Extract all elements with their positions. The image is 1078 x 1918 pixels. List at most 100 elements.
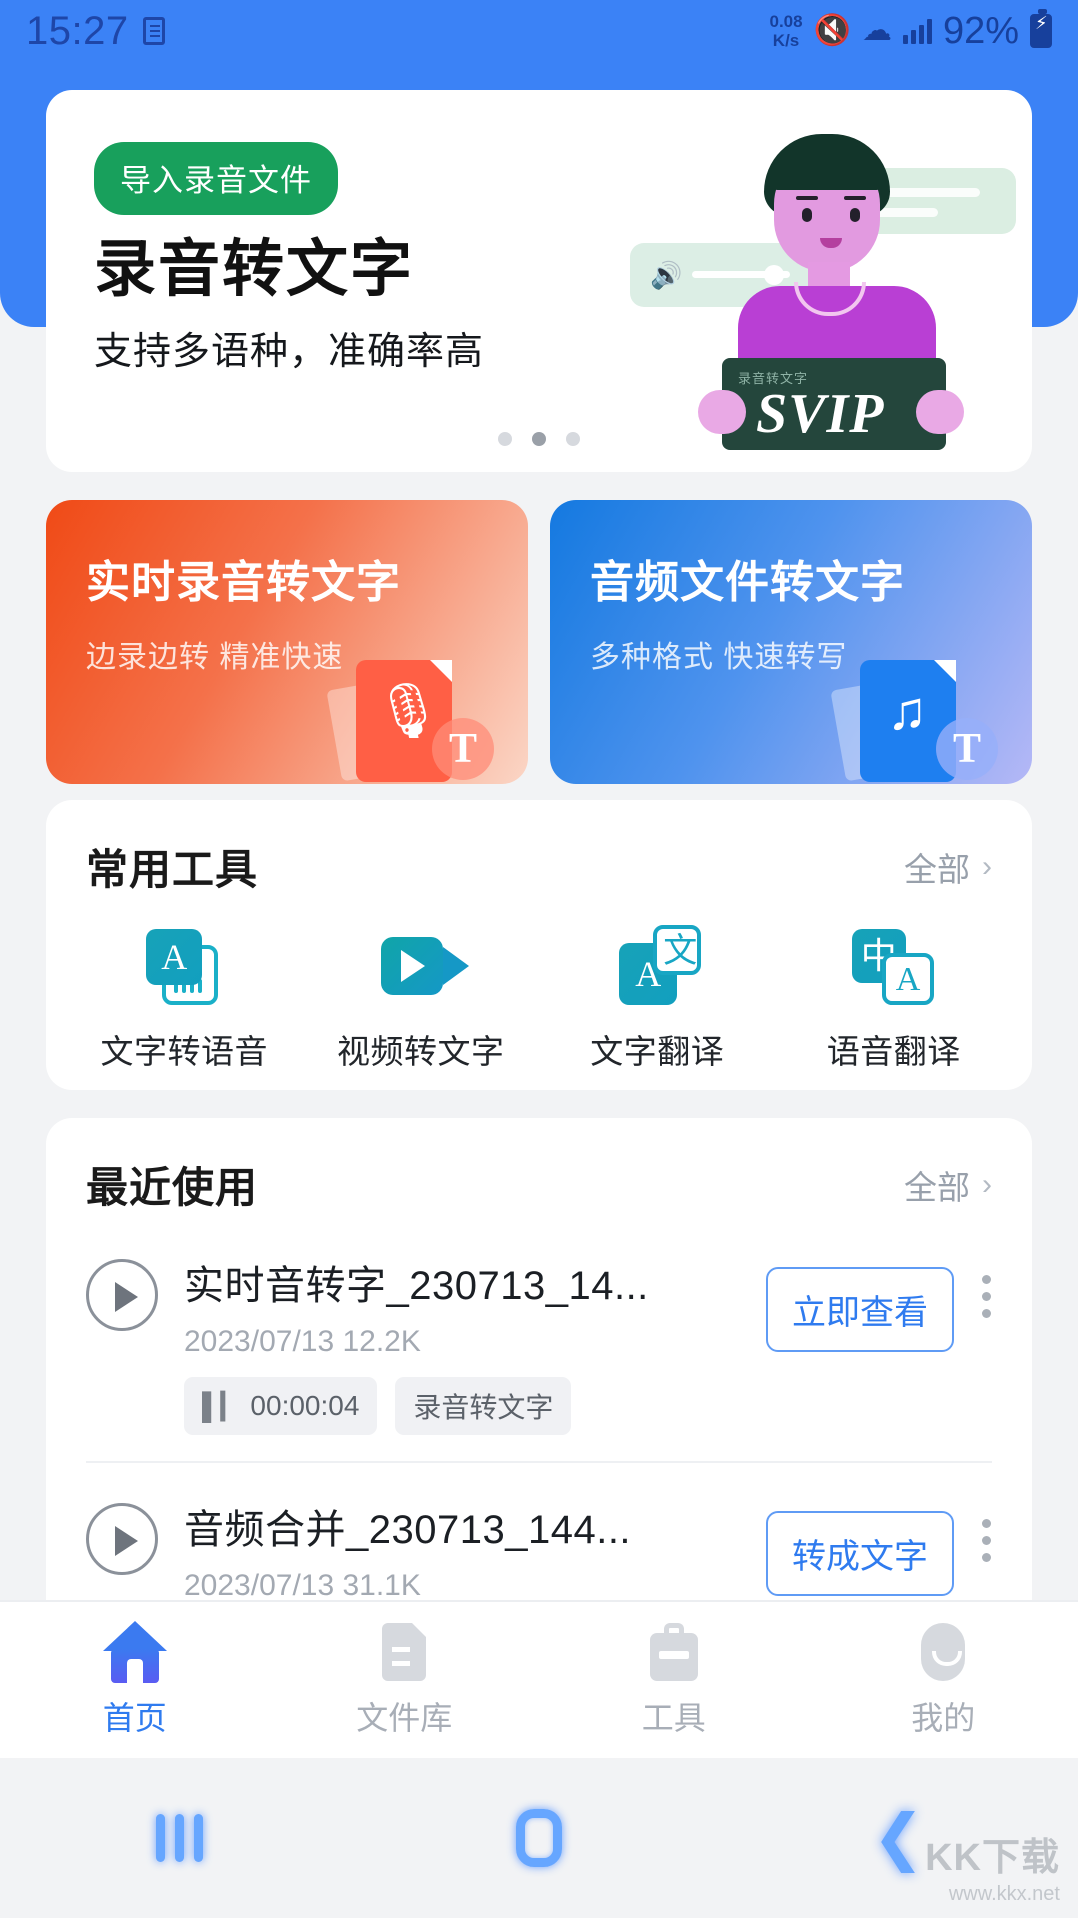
carousel-dots[interactable] bbox=[46, 432, 1032, 446]
tab-home[interactable]: 首页 bbox=[0, 1621, 270, 1739]
tool-item-text-to-speech[interactable]: A 文字转语音 bbox=[66, 923, 303, 1073]
battery-charging-icon bbox=[1030, 14, 1052, 48]
duration-value: 00:00:04 bbox=[250, 1390, 359, 1422]
tool-item-video-to-text[interactable]: 视频转文字 bbox=[303, 923, 540, 1073]
network-speed-indicator: 0.08 K/s bbox=[769, 12, 802, 50]
microphone-glyph: 🎙 bbox=[374, 676, 432, 746]
tool-label: 语音翻译 bbox=[827, 1025, 961, 1073]
tab-profile[interactable]: 我的 bbox=[809, 1621, 1078, 1739]
tool-item-text-translate[interactable]: A 文 文字翻译 bbox=[539, 923, 776, 1073]
microphone-to-text-icon: 🎙 T bbox=[328, 654, 498, 784]
duration-tag: ▌▎ 00:00:04 bbox=[184, 1377, 377, 1435]
play-icon[interactable] bbox=[86, 1259, 158, 1331]
tab-label: 文件库 bbox=[356, 1693, 452, 1739]
banner-subtitle: 支持多语种，准确率高 bbox=[94, 320, 484, 375]
document-icon bbox=[143, 17, 165, 45]
banner-title: 录音转文字 bbox=[94, 218, 414, 308]
watermark-sub: www.kkx.net bbox=[925, 1882, 1060, 1906]
tool-item-voice-translate[interactable]: 中 A 语音翻译 bbox=[776, 923, 1013, 1073]
person-brow-left bbox=[796, 196, 818, 200]
carousel-dot-2[interactable] bbox=[532, 432, 546, 446]
common-tools-panel: 常用工具 全部 › A 文字转语音 视频转文字 bbox=[46, 800, 1032, 1090]
app-screen: 15:27 0.08 K/s 🔇 ☁ 92% 导入录音文件 录音转文字 支持多语… bbox=[0, 0, 1078, 1918]
recent-item-info: 实时音转字_230713_14... 2023/07/13 12.2K ▌▎ 0… bbox=[158, 1253, 766, 1435]
text-to-speech-icon: A bbox=[136, 923, 232, 1009]
bottom-tab-bar: 首页 文件库 工具 我的 bbox=[0, 1600, 1078, 1758]
wifi-icon: ☁ bbox=[862, 16, 892, 46]
tab-tools[interactable]: 工具 bbox=[539, 1621, 809, 1739]
letter-a-tile: A bbox=[146, 929, 202, 985]
watermark: KK下载 www.kkx.net bbox=[925, 1836, 1060, 1906]
recent-view-all-label: 全部 bbox=[904, 1161, 970, 1209]
chevron-right-icon: › bbox=[982, 1168, 992, 1202]
list-item[interactable]: 实时音转字_230713_14... 2023/07/13 12.2K ▌▎ 0… bbox=[86, 1219, 992, 1461]
battery-percent: 92% bbox=[943, 10, 1019, 53]
feature-card-realtime-transcribe[interactable]: 实时录音转文字 边录边转 精准快速 🎙 T bbox=[46, 500, 528, 784]
play-icon[interactable] bbox=[86, 1503, 158, 1575]
feature-card-title: 实时录音转文字 bbox=[86, 546, 528, 610]
recent-item-name: 实时音转字_230713_14... bbox=[184, 1264, 649, 1308]
tools-view-all-link[interactable]: 全部 › bbox=[904, 843, 992, 891]
promo-banner[interactable]: 导入录音文件 录音转文字 支持多语种，准确率高 🔊 录音转文字 SVIP bbox=[46, 90, 1032, 472]
chinese-char-tile: 文 bbox=[663, 931, 697, 971]
tab-label: 工具 bbox=[642, 1693, 706, 1739]
profile-face-shape bbox=[921, 1623, 965, 1681]
carousel-dot-1[interactable] bbox=[498, 432, 512, 446]
text-badge: T bbox=[936, 718, 998, 780]
feature-card-title: 音频文件转文字 bbox=[590, 546, 1032, 610]
mute-icon: 🔇 bbox=[814, 16, 851, 46]
recent-panel-header: 最近使用 全部 › bbox=[46, 1118, 1032, 1215]
more-vertical-icon[interactable] bbox=[980, 1519, 992, 1562]
import-audio-badge[interactable]: 导入录音文件 bbox=[94, 142, 338, 215]
tools-panel-header: 常用工具 全部 › bbox=[46, 800, 1032, 897]
recent-list: 实时音转字_230713_14... 2023/07/13 12.2K ▌▎ 0… bbox=[46, 1215, 1032, 1628]
text-badge: T bbox=[432, 718, 494, 780]
voice-translate-icon: 中 A bbox=[846, 923, 942, 1009]
person-eye-left bbox=[802, 208, 812, 222]
text-translate-icon: A 文 bbox=[609, 923, 705, 1009]
more-vertical-icon[interactable] bbox=[980, 1275, 992, 1318]
recent-item-tags: ▌▎ 00:00:04 录音转文字 bbox=[184, 1377, 766, 1435]
tools-title: 常用工具 bbox=[86, 836, 258, 897]
carousel-dot-3[interactable] bbox=[566, 432, 580, 446]
system-nav-bar: ❮ KK下载 www.kkx.net bbox=[0, 1758, 1078, 1918]
recents-button[interactable] bbox=[0, 1758, 359, 1918]
audio-file-to-text-icon: ♫ T bbox=[832, 654, 1002, 784]
person-eye-right bbox=[850, 208, 860, 222]
video-camera-shape bbox=[381, 937, 443, 995]
video-to-text-icon bbox=[373, 923, 469, 1009]
home-icon bbox=[103, 1621, 167, 1683]
back-chevron-icon: ❮ bbox=[872, 1809, 924, 1867]
slider-knob bbox=[764, 265, 784, 285]
network-speed-value: 0.08 bbox=[769, 12, 802, 31]
status-bar-left: 15:27 bbox=[26, 9, 165, 54]
tab-file-library[interactable]: 文件库 bbox=[270, 1621, 540, 1739]
tool-label: 视频转文字 bbox=[337, 1025, 505, 1073]
type-tag: 录音转文字 bbox=[395, 1377, 571, 1435]
feature-card-audio-file-transcribe[interactable]: 音频文件转文字 多种格式 快速转写 ♫ T bbox=[550, 500, 1032, 784]
waveform-icon: ▌▎ bbox=[202, 1391, 240, 1422]
status-bar: 15:27 0.08 K/s 🔇 ☁ 92% bbox=[0, 0, 1078, 62]
recent-view-all-link[interactable]: 全部 › bbox=[904, 1161, 992, 1209]
person-hand-left bbox=[698, 390, 746, 434]
toolbox-icon bbox=[642, 1621, 706, 1683]
view-now-button[interactable]: 立即查看 bbox=[766, 1267, 954, 1352]
profile-icon bbox=[911, 1621, 975, 1683]
status-bar-right: 0.08 K/s 🔇 ☁ 92% bbox=[769, 10, 1052, 53]
home-roof-shape bbox=[103, 1621, 167, 1651]
home-button[interactable] bbox=[359, 1758, 718, 1918]
person-brow-right bbox=[844, 196, 866, 200]
home-pill-icon bbox=[516, 1809, 562, 1867]
recent-title: 最近使用 bbox=[86, 1154, 258, 1215]
tools-view-all-label: 全部 bbox=[904, 843, 970, 891]
convert-to-text-button[interactable]: 转成文字 bbox=[766, 1511, 954, 1596]
letter-a-glyph: A bbox=[896, 959, 921, 1001]
play-triangle bbox=[401, 950, 425, 982]
tab-label: 首页 bbox=[103, 1693, 167, 1739]
person-fringe bbox=[768, 146, 886, 190]
toolbox-body-shape bbox=[650, 1633, 698, 1681]
music-note-glyph: ♫ bbox=[878, 676, 936, 746]
tool-label: 文字翻译 bbox=[590, 1025, 724, 1073]
sound-wave-icon: 🔊 bbox=[650, 260, 682, 290]
recent-files-panel: 最近使用 全部 › 实时音转字_230713_14... 2023/07/13 … bbox=[46, 1118, 1032, 1628]
